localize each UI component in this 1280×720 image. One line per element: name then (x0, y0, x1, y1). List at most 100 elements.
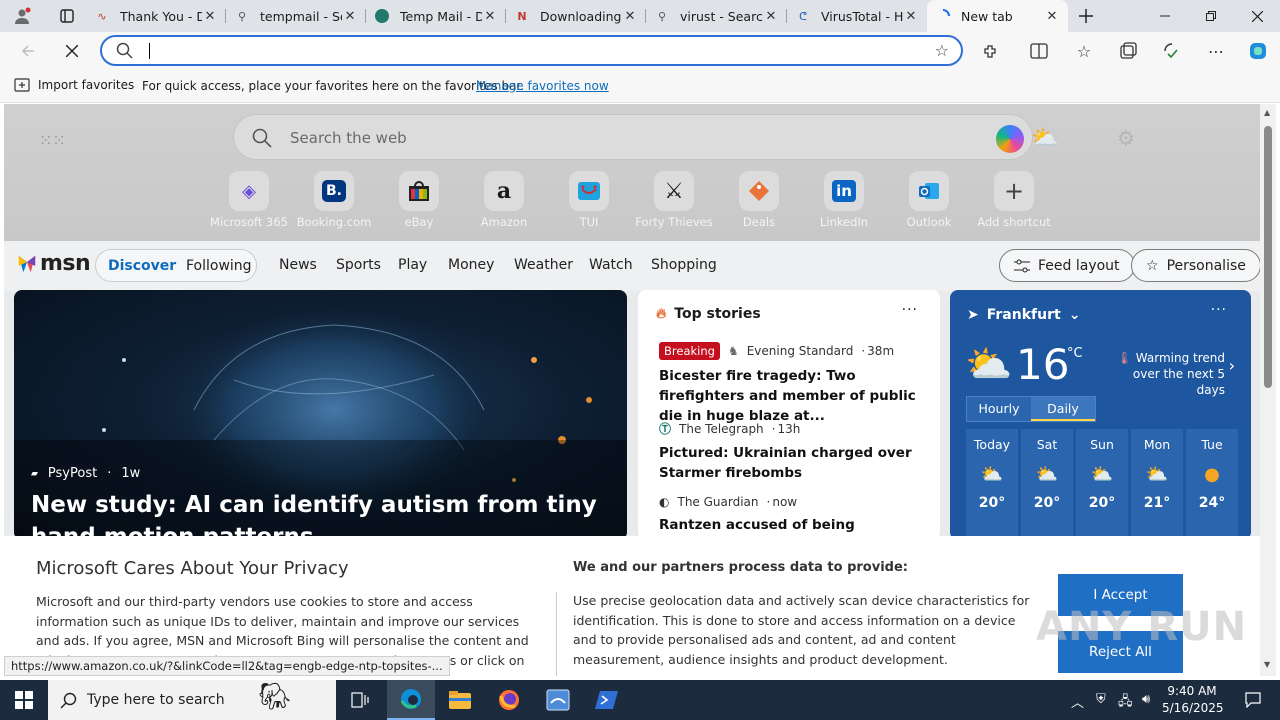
split-screen-icon[interactable] (1023, 35, 1055, 67)
forecast-day[interactable]: Mon ⛅ 21° (1131, 429, 1183, 540)
chevron-right-icon[interactable]: › (1229, 356, 1235, 375)
notification-center-icon[interactable] (1233, 680, 1273, 720)
shortcut-microsoft-365[interactable]: ◈ Microsoft 365 (209, 171, 289, 229)
close-tab-icon[interactable]: ✕ (202, 9, 218, 24)
forecast-day[interactable]: Today ⛅ 20° (966, 429, 1018, 540)
firefox-icon[interactable] (485, 680, 533, 720)
extensions-icon[interactable] (975, 35, 1007, 67)
more-options-icon[interactable]: ··· (902, 302, 918, 318)
shortcut-tui[interactable]: TUI (549, 171, 629, 229)
restore-button[interactable] (1188, 0, 1234, 32)
collections-icon[interactable] (1112, 35, 1144, 67)
shortcut-booking[interactable]: B. Booking.com (294, 171, 374, 229)
system-clock[interactable]: 9:40 AM 5/16/2025 (1162, 683, 1224, 717)
task-view-icon[interactable] (336, 680, 384, 720)
tab-actions-icon[interactable] (44, 0, 90, 32)
mode-hourly[interactable]: Hourly (967, 397, 1031, 421)
tab-thank-you[interactable]: ∿ Thank You - D ✕ (86, 0, 226, 32)
taskbar-search-box[interactable]: Type here to search 🐘︎ (48, 680, 336, 720)
web-search-box[interactable]: Search the web (233, 114, 1033, 160)
tab-temp-mail[interactable]: Temp Mail - D ✕ (366, 0, 506, 32)
powershell-icon[interactable] (583, 680, 631, 720)
personalise-button[interactable]: ☆ Personalise (1131, 249, 1260, 282)
nav-money[interactable]: Money (448, 257, 494, 273)
security-tray-icon[interactable]: ⛨ (1096, 692, 1106, 707)
back-button[interactable] (12, 35, 44, 67)
favorites-icon[interactable]: ☆ (1068, 35, 1100, 67)
mode-daily[interactable]: Daily (1031, 397, 1095, 421)
nav-shopping[interactable]: Shopping (651, 257, 717, 273)
import-favorites-button[interactable]: Import favorites (14, 78, 134, 92)
address-bar[interactable]: ☆ (100, 35, 963, 66)
forecast-day[interactable]: Tue ● 24° (1186, 429, 1238, 540)
copilot-icon[interactable] (1242, 35, 1274, 67)
more-options-icon[interactable]: ··· (1211, 302, 1227, 318)
tab-following[interactable]: Following (186, 258, 252, 274)
main-story-headline[interactable]: New study: AI can identify autism from t… (31, 489, 611, 540)
amazon-icon: a (484, 171, 524, 211)
tab-new-tab[interactable]: New tab ✕ (927, 0, 1068, 32)
browser-essentials-icon[interactable] (1156, 35, 1188, 67)
show-hidden-icons-chevron[interactable]: ︿ (1071, 692, 1084, 711)
shortcut-deals[interactable]: Deals (719, 171, 799, 229)
nav-play[interactable]: Play (398, 257, 427, 273)
nav-weather[interactable]: Weather (514, 257, 573, 273)
shortcut-ebay[interactable]: eBay (379, 171, 459, 229)
close-tab-icon[interactable]: ✕ (342, 9, 358, 24)
tab-virust-search[interactable]: ⚲ virust - Search ✕ (646, 0, 787, 32)
forecast-day[interactable]: Sat ⛅ 20° (1021, 429, 1073, 540)
new-tab-button[interactable] (1063, 0, 1109, 32)
start-button[interactable] (0, 680, 48, 720)
security-app-icon[interactable] (534, 680, 582, 720)
tab-tempmail-search[interactable]: ⚲ tempmail - Se ✕ (226, 0, 366, 32)
nav-watch[interactable]: Watch (589, 257, 633, 273)
shortcut-linkedin[interactable]: in LinkedIn (804, 171, 884, 229)
story-item[interactable]: Breaking ♞ Evening Standard · 38m Bicest… (659, 342, 927, 426)
feed-layout-button[interactable]: Feed layout (999, 249, 1135, 282)
clock-time: 9:40 AM (1167, 684, 1217, 698)
file-explorer-icon[interactable] (436, 680, 484, 720)
temperature-unit[interactable]: °C (1067, 346, 1083, 361)
close-tab-icon[interactable]: ✕ (903, 9, 919, 24)
close-tab-icon[interactable]: ✕ (763, 9, 779, 24)
tab-discover[interactable]: Discover (108, 258, 176, 274)
main-story-card[interactable]: ▰ PsyPost · 1w New study: AI can identif… (14, 290, 627, 540)
plus-icon: + (994, 171, 1034, 211)
page-settings-icon[interactable]: ⚙ (1117, 126, 1135, 150)
scroll-up-arrow-icon[interactable]: ▲ (1264, 108, 1270, 117)
add-shortcut-button[interactable]: + Add shortcut (974, 171, 1054, 229)
apps-launcher-icon[interactable]: ⁙⁙ (39, 131, 66, 150)
page-scrollbar[interactable]: ▲ ▼ (1260, 104, 1276, 676)
story-item[interactable]: Ⓣ The Telegraph · 13h Pictured: Ukrainia… (659, 420, 927, 483)
nav-news[interactable]: News (279, 257, 317, 273)
profile-icon[interactable] (0, 0, 44, 32)
network-icon[interactable]: 🖧︎ (1118, 692, 1133, 714)
search-placeholder: Search the web (290, 129, 407, 147)
scrollbar-thumb[interactable] (1264, 126, 1272, 388)
shortcut-amazon[interactable]: a Amazon (464, 171, 544, 229)
weather-widget-icon[interactable]: ⛅ (1031, 126, 1058, 151)
msn-logo[interactable]: msn (16, 251, 91, 276)
volume-icon[interactable]: 🔊︎ (1142, 692, 1150, 707)
edge-taskbar-icon[interactable] (387, 680, 435, 720)
shortcut-forty-thieves[interactable]: ⚔ Forty Thieves (634, 171, 714, 229)
favorite-star-icon[interactable]: ☆ (935, 41, 949, 60)
settings-more-icon[interactable]: ⋯ (1200, 35, 1232, 67)
address-input[interactable] (148, 41, 908, 61)
stop-loading-button[interactable] (56, 35, 88, 67)
manage-favorites-link[interactable]: Manage favorites now (476, 79, 609, 93)
weather-trend[interactable]: 🌡︎ Warming trend over the next 5 days (1110, 350, 1225, 398)
copilot-search-icon[interactable] (996, 125, 1024, 153)
minimize-button[interactable] (1142, 0, 1188, 32)
weather-location[interactable]: ➤ Frankfurt ⌄ (967, 307, 1080, 323)
tab-virustotal[interactable]: ᕦ VirusTotal - H ✕ (787, 0, 927, 32)
close-tab-icon[interactable]: ✕ (622, 9, 638, 24)
nav-sports[interactable]: Sports (336, 257, 381, 273)
close-tab-icon[interactable]: ✕ (1044, 9, 1060, 24)
close-window-button[interactable] (1234, 0, 1280, 32)
tab-downloading[interactable]: N Downloading ✕ (506, 0, 646, 32)
forecast-day[interactable]: Sun ⛅ 20° (1076, 429, 1128, 540)
shortcut-outlook[interactable]: Outlook (889, 171, 969, 229)
scroll-down-arrow-icon[interactable]: ▼ (1264, 660, 1270, 669)
close-tab-icon[interactable]: ✕ (482, 9, 498, 24)
